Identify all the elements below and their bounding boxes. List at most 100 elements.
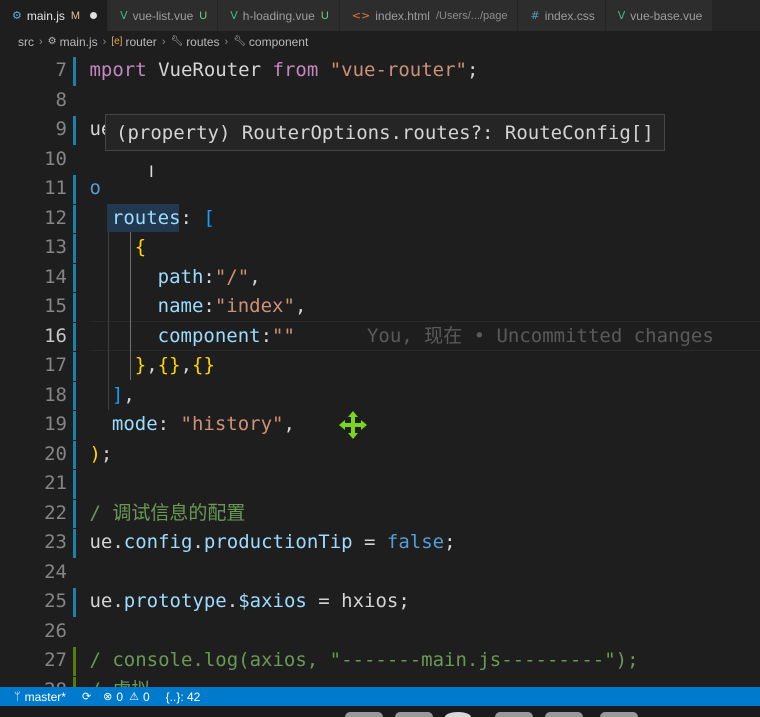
code-token: "" xyxy=(272,324,295,347)
code-token: , xyxy=(294,295,307,317)
code-line[interactable]: // 调试信息的配置 xyxy=(89,499,245,529)
tab-label: h-loading.vue xyxy=(242,8,315,23)
code-token: = xyxy=(352,531,387,553)
css-file-icon: # xyxy=(530,9,540,22)
breadcrumb-item-router[interactable]: router xyxy=(125,35,156,49)
git-change-marker[interactable] xyxy=(73,175,76,204)
dock-app-icon[interactable] xyxy=(545,712,583,717)
dock-app-icon[interactable] xyxy=(345,712,383,717)
code-line[interactable]: import VueRouter from "vue-router"; xyxy=(89,56,478,86)
git-change-marker[interactable] xyxy=(73,470,76,499)
json-value: {..}: 42 xyxy=(165,689,201,704)
code-line[interactable]: Vue.config.productionTip = false; xyxy=(89,528,456,558)
js-file-icon: ⚙ xyxy=(47,36,57,47)
problems-indicator[interactable]: ⊗ 0 ⚠ 0 xyxy=(103,690,149,704)
code-token: } xyxy=(134,354,147,376)
tab-index-css[interactable]: # index.css xyxy=(518,0,606,31)
git-change-marker[interactable] xyxy=(73,647,76,676)
code-token: hxios xyxy=(341,590,399,612)
dock-app-icon[interactable] xyxy=(395,712,433,717)
code-token: : xyxy=(180,206,204,229)
git-change-marker[interactable] xyxy=(73,204,76,233)
vue-file-icon: V xyxy=(120,9,128,22)
code-token: ; xyxy=(100,442,113,465)
code-token: routes xyxy=(111,206,181,229)
code-token: {} xyxy=(192,354,215,376)
line-number: 17 xyxy=(44,354,67,376)
tab-main-js[interactable]: ⚙ main.js M xyxy=(0,0,109,31)
code-line[interactable]: ], xyxy=(89,381,135,411)
code-line[interactable]: mode: "history", xyxy=(89,410,295,440)
code-line[interactable]: component:"" You, 现在 • Uncommitted change… xyxy=(89,322,714,352)
git-change-marker[interactable] xyxy=(73,322,76,351)
git-change-marker[interactable] xyxy=(73,116,76,145)
git-change-marker[interactable] xyxy=(73,352,76,381)
code-token: prototype xyxy=(123,590,227,612)
hover-tooltip: (property) RouterOptions.routes?: RouteC… xyxy=(105,114,665,151)
code-token: : xyxy=(203,295,215,317)
code-token: path xyxy=(157,265,204,288)
tab-vue-list-vue[interactable]: Vvue-list.vue U xyxy=(108,0,219,31)
hover-tooltip-text: (property) RouterOptions.routes?: RouteC… xyxy=(116,121,654,144)
unsaved-dot-icon[interactable] xyxy=(90,12,98,19)
code-line[interactable]: Vue.prototype.$axios = hxios; xyxy=(89,587,410,617)
text-cursor-icon: I xyxy=(149,162,154,181)
git-change-marker[interactable] xyxy=(73,529,76,558)
line-number: 25 xyxy=(44,590,67,612)
git-change-marker[interactable] xyxy=(73,676,76,687)
dock-app-icon[interactable] xyxy=(445,712,471,717)
code-line[interactable]: name:"index", xyxy=(89,292,307,322)
git-change-marker[interactable] xyxy=(73,381,76,410)
code-token: productionTip xyxy=(203,531,353,553)
git-change-marker[interactable] xyxy=(73,499,76,528)
code-line[interactable]: },{},{} xyxy=(89,351,215,381)
code-token: : xyxy=(203,265,215,288)
tab-vue-base-vue[interactable]: Vvue-base.vue xyxy=(605,0,714,31)
code-token: "history" xyxy=(180,413,284,435)
code-line[interactable]: }); xyxy=(89,440,113,470)
code-token: ; xyxy=(398,590,410,612)
dock-strip xyxy=(0,706,760,717)
git-change-marker[interactable] xyxy=(73,588,76,617)
tab-index-html[interactable]: <> index.html/Users/.../page xyxy=(339,0,519,31)
line-number: 28 xyxy=(0,676,67,688)
code-line[interactable]: co xyxy=(89,174,101,204)
breadcrumb-item-src[interactable]: src xyxy=(18,35,34,49)
code-token: false xyxy=(386,531,445,553)
code-line[interactable]: path:"/", xyxy=(89,263,261,293)
git-change-marker[interactable] xyxy=(73,293,76,322)
code-token: {} xyxy=(157,354,181,376)
dock-app-icon[interactable] xyxy=(600,712,638,717)
git-change-marker[interactable] xyxy=(73,440,76,469)
line-number: 10 xyxy=(44,147,67,170)
git-change-marker[interactable] xyxy=(73,234,76,263)
line-number: 13 xyxy=(44,236,67,258)
line-number: 15 xyxy=(44,295,67,317)
code-line[interactable]: { xyxy=(89,233,146,263)
code-token: "vue-router" xyxy=(329,59,467,81)
sync-button[interactable]: ⟳ xyxy=(82,690,95,703)
line-number: 21 xyxy=(44,472,67,494)
git-change-marker[interactable] xyxy=(73,57,76,86)
branch-indicator[interactable]: ᛘ master* xyxy=(14,690,66,704)
code-token: , xyxy=(249,265,261,288)
warning-count: 0 xyxy=(142,689,150,704)
breadcrumb-item-file[interactable]: main.js xyxy=(60,35,98,49)
code-line[interactable]: // console.log(axios, "-------main.js---… xyxy=(89,646,639,676)
git-change-marker[interactable] xyxy=(73,411,76,440)
tab-git-status: U xyxy=(320,9,329,22)
code-line[interactable]: // 虚拟 xyxy=(89,676,150,688)
line-number: 18 xyxy=(44,383,67,406)
json-indicator[interactable]: {..}: 42 xyxy=(166,690,201,704)
git-change-marker[interactable] xyxy=(73,263,76,292)
breadcrumb-item-routes[interactable]: routes xyxy=(186,35,219,49)
code-line[interactable]: routes: [ xyxy=(89,204,215,234)
tab-h-loading-vue[interactable]: Vh-loading.vue U xyxy=(218,0,340,31)
breadcrumb-item-component[interactable]: component xyxy=(249,35,308,49)
dock-app-icon[interactable] xyxy=(495,712,533,717)
